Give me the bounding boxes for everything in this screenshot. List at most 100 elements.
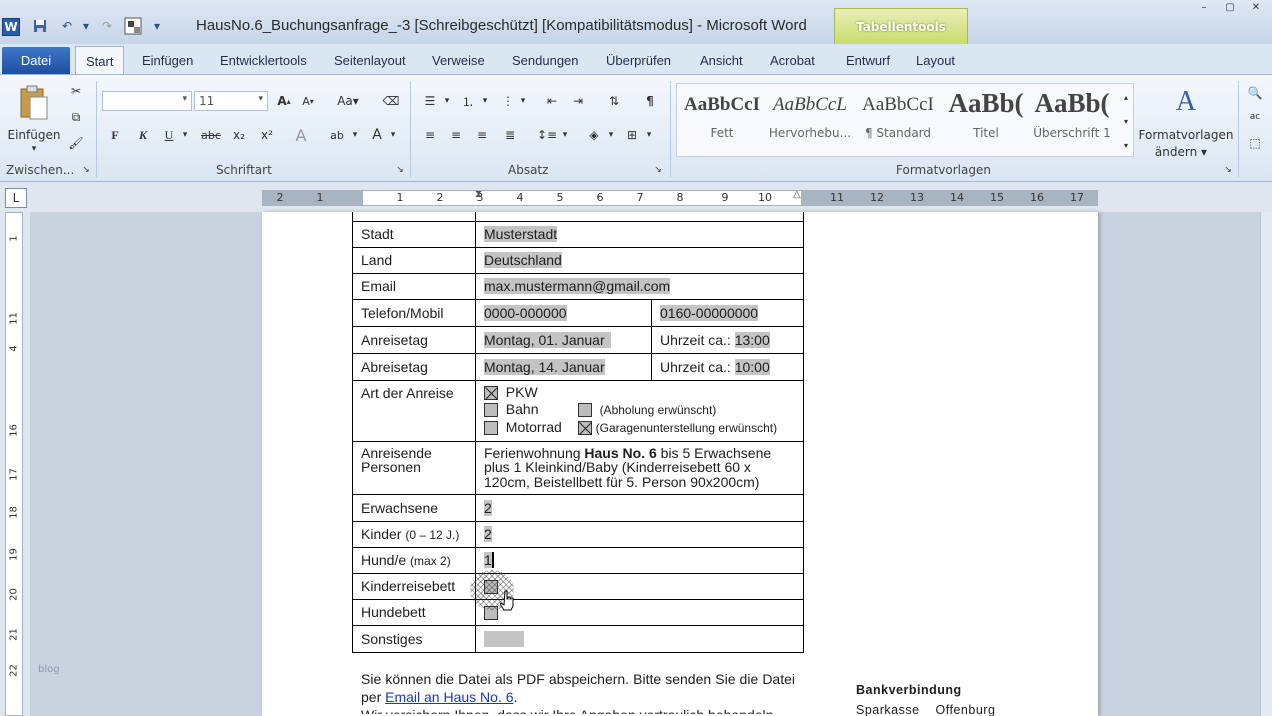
align-left-icon[interactable]: ≡: [420, 125, 440, 145]
font-name-dropdown-icon[interactable]: ▾: [182, 94, 187, 104]
telefon-field[interactable]: 0000-000000: [484, 304, 567, 321]
abreise-time-field[interactable]: 10:00: [734, 358, 770, 375]
bahn-checkbox[interactable]: [484, 403, 498, 418]
abholung-checkbox[interactable]: [577, 403, 592, 418]
email-field[interactable]: max.mustermann@gmail.com: [484, 278, 671, 294]
cut-icon[interactable]: ✂: [66, 81, 86, 101]
paragraph-launcher-icon[interactable]: ↘: [652, 163, 664, 177]
redo-icon[interactable]: ↷: [98, 16, 116, 36]
tab-verweise[interactable]: Verweise: [422, 50, 495, 74]
change-styles-label-2[interactable]: ändern ▾: [1148, 142, 1214, 162]
garage-checkbox[interactable]: [577, 421, 592, 436]
field-cell[interactable]: Montag, 01. Januar: [475, 325, 652, 354]
tab-acrobat[interactable]: Acrobat: [760, 50, 825, 74]
italic-button[interactable]: K: [134, 125, 152, 145]
numbering-dropdown-icon[interactable]: ▾: [480, 91, 490, 111]
field-cell[interactable]: 1: [475, 546, 804, 574]
erwachsene-field[interactable]: 2: [484, 499, 492, 516]
field-cell[interactable]: Musterstadt: [475, 220, 804, 248]
field-cell[interactable]: Montag, 14. Januar: [475, 352, 652, 381]
style-hervorhebung[interactable]: AaBbCcL Hervorhebu...: [767, 88, 853, 150]
select-icon[interactable]: ⬚: [1244, 133, 1266, 153]
close-button[interactable]: ✕: [1244, 0, 1268, 14]
increase-indent-icon[interactable]: ⇥: [568, 91, 588, 111]
shrink-font-icon[interactable]: A ▾: [298, 91, 318, 111]
bullets-icon[interactable]: ☰: [420, 91, 440, 111]
underline-dropdown-icon[interactable]: ▾: [180, 125, 190, 145]
vertical-scrollbar[interactable]: [1260, 212, 1272, 716]
style-standard[interactable]: AaBbCcI ¶ Standard: [855, 88, 941, 150]
tab-entwurf[interactable]: Entwurf: [836, 50, 900, 74]
field-cell[interactable]: 2: [475, 493, 804, 522]
field-cell[interactable]: [475, 624, 804, 653]
tab-start[interactable]: Start: [75, 46, 125, 75]
strikethrough-button[interactable]: abc: [198, 125, 224, 145]
style-titel[interactable]: AaBb( Titel: [943, 88, 1029, 150]
text-effects-button[interactable]: A: [290, 125, 312, 145]
style-fett[interactable]: AaBbCcI Fett: [679, 88, 765, 150]
tab-sendungen[interactable]: Sendungen: [502, 50, 589, 74]
tab-einfuegen[interactable]: Einfügen: [132, 50, 203, 74]
superscript-button[interactable]: x²: [256, 125, 278, 145]
format-painter-icon[interactable]: 🖌: [66, 133, 86, 153]
field-cell[interactable]: 2: [475, 520, 804, 548]
hund-field[interactable]: 1: [484, 552, 494, 568]
field-cell[interactable]: Deutschland: [475, 246, 804, 274]
email-link[interactable]: Email an Haus No. 6: [385, 689, 513, 705]
anreisetag-field[interactable]: Montag, 01. Januar: [484, 331, 611, 348]
replace-icon[interactable]: ac: [1244, 107, 1266, 127]
tab-entwicklertools[interactable]: Entwicklertools: [210, 50, 317, 74]
tab-seitenlayout[interactable]: Seitenlayout: [324, 50, 416, 74]
field-cell[interactable]: 0000-000000: [475, 298, 652, 327]
undo-dropdown-icon[interactable]: ▾: [80, 16, 92, 36]
right-indent-marker-icon[interactable]: △: [793, 189, 801, 200]
save-icon[interactable]: [30, 16, 50, 36]
shading-dropdown-icon[interactable]: ▾: [606, 125, 616, 145]
field-cell[interactable]: 0160-00000000: [651, 298, 804, 327]
numbering-icon[interactable]: ⒈: [458, 91, 478, 111]
grow-font-icon[interactable]: A ▴: [274, 91, 294, 111]
font-name-combo[interactable]: ▾: [102, 91, 192, 111]
borders-dropdown-icon[interactable]: ▾: [644, 125, 654, 145]
quick-access-icon[interactable]: [122, 16, 144, 36]
change-styles-icon[interactable]: A: [1166, 85, 1206, 119]
font-color-button[interactable]: A: [366, 125, 388, 145]
style-ueberschrift-1[interactable]: AaBb( Überschrift 1: [1029, 88, 1115, 150]
multilevel-dropdown-icon[interactable]: ▾: [518, 91, 528, 111]
gallery-down-icon[interactable]: ▾: [1119, 110, 1133, 132]
tab-datei[interactable]: Datei: [2, 47, 70, 74]
find-icon[interactable]: 🔍: [1244, 83, 1266, 103]
font-size-combo[interactable]: 11 ▾: [194, 91, 268, 111]
indent-marker-icon[interactable]: ⧗: [475, 189, 482, 200]
minimize-button[interactable]: –: [1192, 0, 1216, 14]
sort-icon[interactable]: ⇅: [604, 91, 624, 111]
undo-icon[interactable]: ↶: [56, 16, 78, 36]
abreisetag-field[interactable]: Montag, 14. Januar: [484, 358, 605, 375]
kinder-field[interactable]: 2: [484, 526, 492, 542]
multilevel-list-icon[interactable]: ⋮: [498, 91, 518, 111]
horizontal-ruler[interactable]: 2 1 1 2 3 4 5 6 7 8 9 10 11 12 13 14 15 …: [262, 189, 1098, 206]
customize-toolbar-icon[interactable]: ▾: [150, 16, 164, 36]
gallery-more-icon[interactable]: ▾: [1119, 134, 1133, 156]
borders-icon[interactable]: ⊞: [622, 125, 642, 145]
change-case-icon[interactable]: Aa▾: [334, 91, 362, 111]
align-center-icon[interactable]: ≡: [446, 125, 466, 145]
field-cell[interactable]: max.mustermann@gmail.com: [475, 272, 804, 300]
styles-launcher-icon[interactable]: ↘: [1222, 163, 1234, 177]
font-color-dropdown-icon[interactable]: ▾: [388, 125, 398, 145]
line-spacing-icon[interactable]: ↕≡: [536, 125, 558, 145]
justify-icon[interactable]: ≣: [500, 125, 520, 145]
stadt-field[interactable]: Musterstadt: [484, 226, 558, 242]
document-page[interactable]: Stadt Musterstadt Land Deutschland Email…: [262, 212, 1098, 716]
tab-layout[interactable]: Layout: [906, 50, 965, 74]
paste-icon[interactable]: [8, 83, 60, 123]
bold-button[interactable]: F: [106, 125, 124, 145]
word-app-icon[interactable]: W: [2, 18, 20, 36]
line-spacing-dropdown-icon[interactable]: ▾: [560, 125, 570, 145]
tab-ansicht[interactable]: Ansicht: [690, 50, 753, 74]
align-right-icon[interactable]: ≡: [472, 125, 492, 145]
show-formatting-icon[interactable]: ¶: [640, 91, 660, 111]
font-size-dropdown-icon[interactable]: ▾: [258, 94, 263, 104]
tab-selector[interactable]: L: [5, 188, 27, 208]
mobil-field[interactable]: 0160-00000000: [660, 304, 759, 321]
